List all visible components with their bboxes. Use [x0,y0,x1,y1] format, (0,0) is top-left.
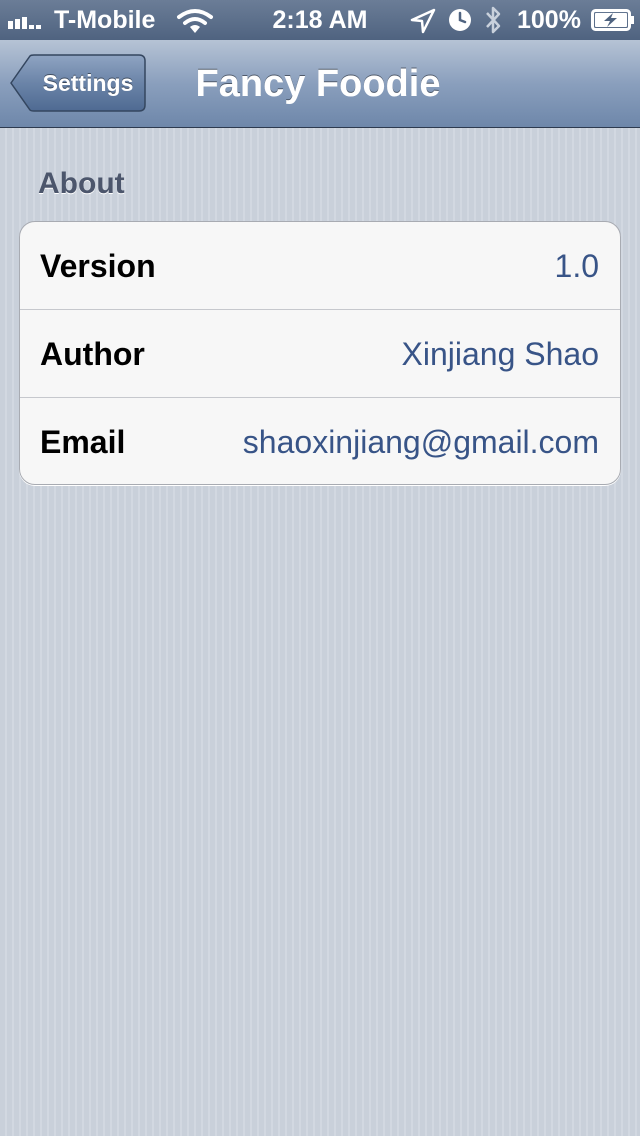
table-row-version[interactable]: Version 1.0 [20,222,620,310]
alarm-icon [449,9,471,31]
navigation-bar: Settings Fancy Foodie [0,40,640,128]
section-header-about: About [38,167,125,200]
row-value: Xinjiang Shao [401,336,599,372]
battery-percent: 100% [517,6,581,34]
bluetooth-icon [486,6,501,34]
status-bar: T-Mobile 2:18 AM 100% [0,0,640,40]
settings-back-button[interactable]: Settings [10,54,146,112]
row-label: Version [40,248,156,284]
location-arrow-icon [410,8,436,34]
table-row-author[interactable]: Author Xinjiang Shao [20,310,620,398]
page-title: Fancy Foodie [195,63,441,105]
about-table: Version 1.0 Author Xinjiang Shao Email s… [19,221,621,485]
row-value: 1.0 [554,248,599,284]
carrier-name: T-Mobile [54,6,156,34]
table-row-email[interactable]: Email shaoxinjiang@gmail.com [20,398,620,484]
row-label: Email [40,424,126,460]
signal-icon [8,17,41,29]
back-button-label: Settings [42,70,134,96]
battery-charging-icon [591,9,634,31]
row-label: Author [40,336,145,372]
row-value: shaoxinjiang@gmail.com [242,424,599,460]
wifi-icon [177,9,213,33]
